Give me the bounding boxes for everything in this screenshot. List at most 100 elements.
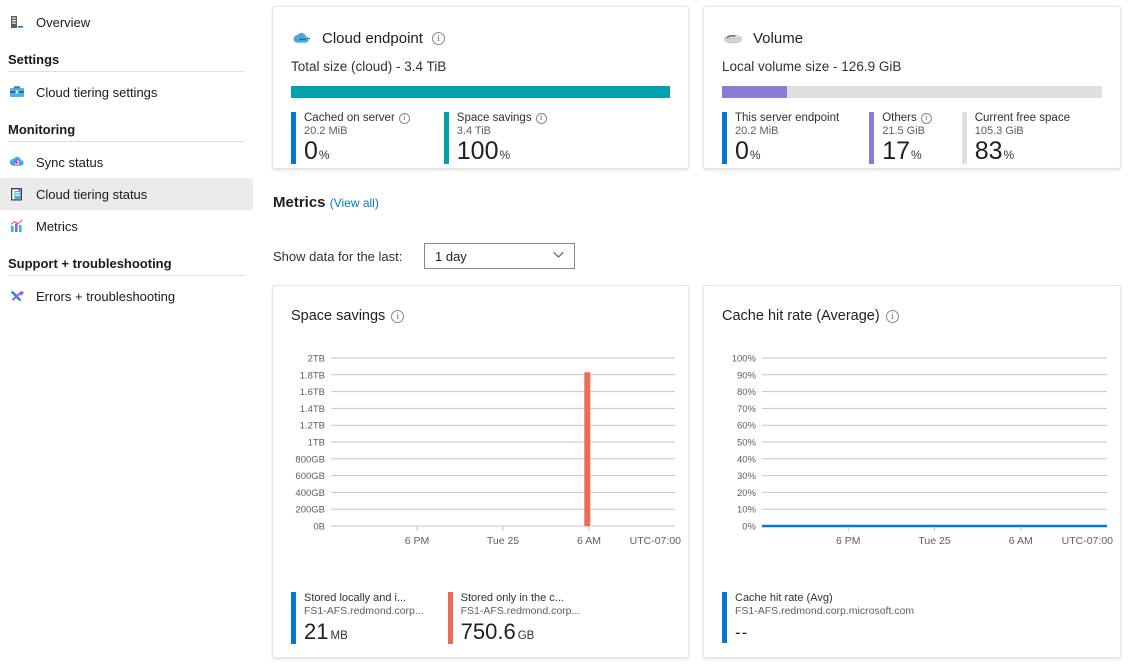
sync-status-icon [8,153,26,171]
stat-color-swatch [291,112,296,164]
cache-hit-rate-plot: 100%90%80%70%60%50%40%30%20%10%0%6 PMTue… [704,348,1120,578]
chart-legend-item[interactable]: Cache hit rate (Avg)FS1-AFS.redmond.corp… [722,592,914,643]
sidebar-item-sync-status[interactable]: Sync status [0,146,253,178]
y-axis-tick-label: 1.4TB [300,404,325,415]
legend-value: 750.6 [461,619,516,644]
cloud-endpoint-card: Cloud endpoint i Total size (cloud) - 3.… [272,6,689,169]
stat-color-swatch [722,112,727,164]
sidebar-item-overview[interactable]: Overview [0,6,253,38]
space-savings-chart-title: Space savings i [273,286,688,324]
cache-hit-rate-chart-card: Cache hit rate (Average) i 100%90%80%70%… [703,285,1121,658]
usage-bar-segment-others [722,86,787,98]
space-savings-chart-card: Space savings i 2TB1.8TB1.6TB1.4TB1.2TB1… [272,285,689,658]
stat-big-value: 0% [304,138,410,164]
stat-text: Space savingsi3.4 TiB100% [457,112,547,164]
stat-name-row: This server endpoint [735,112,839,124]
legend-resource-name: FS1-AFS.redmond.corp... [304,605,424,617]
stat-unit: % [319,148,330,162]
y-axis-tick-label: 1.8TB [300,370,325,381]
info-icon[interactable]: i [886,310,899,323]
chart-legend-item[interactable]: Stored only in the c...FS1-AFS.redmond.c… [448,592,581,644]
volume-card-header: Volume [704,7,1120,49]
x-axis-tick-label: Tue 25 [918,535,950,547]
info-icon[interactable]: i [399,113,410,124]
show-data-label: Show data for the last: [273,249,402,264]
sidebar-item-errors-troubleshooting[interactable]: Errors + troubleshooting [0,280,253,312]
sidebar-item-label: Overview [36,15,90,30]
sidebar-item-label: Errors + troubleshooting [36,289,175,304]
errors-troubleshooting-icon [8,287,26,305]
legend-color-swatch [722,592,727,643]
sidebar-item-label: Cloud tiering status [36,187,147,202]
x-axis-tick-label: UTC-07:00 [1062,535,1114,547]
x-axis-tick-label: 6 PM [405,535,430,547]
y-axis-tick-label: 60% [737,421,757,432]
stat-value: 0 [304,137,318,165]
metrics-icon [8,217,26,235]
usage-bar-segment-free [787,86,1102,98]
view-all-link[interactable]: (View all) [330,196,379,210]
y-axis-tick-label: 1TB [308,438,325,449]
y-axis-tick-label: 400GB [295,488,325,499]
y-axis-tick-label: 600GB [295,471,325,482]
stat-unit: % [911,148,922,162]
stat-color-swatch [444,112,449,164]
cloud-tiering-status-icon [8,185,26,203]
y-axis-tick-label: 70% [737,404,757,415]
y-axis-tick-label: 100% [732,354,757,365]
stat-color-swatch [869,112,874,164]
x-axis-tick-label: 6 AM [577,535,601,547]
cache-hit-rate-legend: Cache hit rate (Avg)FS1-AFS.redmond.corp… [704,578,1120,643]
chart-title-text: Space savings [291,308,385,324]
stat-subvalue: 21.5 GiB [882,125,932,137]
x-axis-tick-label: 6 PM [836,535,861,547]
sidebar-group-support: Support + troubleshooting [0,256,253,271]
stat-big-value: 100% [457,138,547,164]
stat-block: Cached on serveri20.2 MiB0% [291,112,410,164]
stat-name-row: Cached on serveri [304,112,410,124]
y-axis-tick-label: 20% [737,488,757,499]
left-navigation-sidebar: Overview Settings Cloud tiering settings… [0,0,253,664]
x-axis-tick-label: UTC-07:00 [630,535,682,547]
stat-value: 17 [882,137,910,165]
y-axis-tick-label: 30% [737,471,757,482]
legend-series-name: Stored locally and i... [304,592,424,604]
stat-text: Othersi21.5 GiB17% [882,112,932,164]
y-axis-tick-label: 800GB [295,454,325,465]
volume-subtitle: Local volume size - 126.9 GiB [704,49,1120,74]
usage-bar-segment-total [291,86,670,98]
stat-label: This server endpoint [735,112,839,124]
info-icon[interactable]: i [432,32,445,45]
sidebar-item-metrics[interactable]: Metrics [0,210,253,242]
sidebar-item-cloud-tiering-settings[interactable]: Cloud tiering settings [0,76,253,108]
cache-hit-rate-chart-title: Cache hit rate (Average) i [704,286,1120,324]
volume-title: Volume [753,30,803,47]
chart-legend-item[interactable]: Stored locally and i...FS1-AFS.redmond.c… [291,592,424,644]
metrics-title-text: Metrics [273,194,326,211]
time-range-dropdown[interactable]: 1 day [424,243,575,269]
sidebar-divider [8,71,245,72]
stat-unit: % [750,148,761,162]
stat-big-value: 17% [882,138,932,164]
time-range-selected-value: 1 day [435,249,467,264]
sidebar-item-label: Cloud tiering settings [36,85,157,100]
stat-text: This server endpoint20.2 MiB0% [735,112,839,164]
stat-name-row: Othersi [882,112,932,124]
sidebar-item-cloud-tiering-status[interactable]: Cloud tiering status [0,178,253,210]
y-axis-tick-label: 10% [737,505,757,516]
stat-text: Current free space105.3 GiB83% [975,112,1070,164]
info-icon[interactable]: i [921,113,932,124]
y-axis-tick-label: 1.6TB [300,387,325,398]
stat-name-row: Current free space [975,112,1070,124]
cloud-tiering-settings-icon [8,83,26,101]
volume-usage-bar [722,86,1102,98]
info-icon[interactable]: i [391,310,404,323]
stat-name-row: Space savingsi [457,112,547,124]
legend-text: Stored locally and i...FS1-AFS.redmond.c… [304,592,424,644]
volume-disk-icon [722,27,744,49]
info-icon[interactable]: i [536,113,547,124]
sidebar-divider [8,275,245,276]
chart-bar[interactable] [584,372,590,526]
legend-series-name: Stored only in the c... [461,592,581,604]
stat-color-swatch [962,112,967,164]
